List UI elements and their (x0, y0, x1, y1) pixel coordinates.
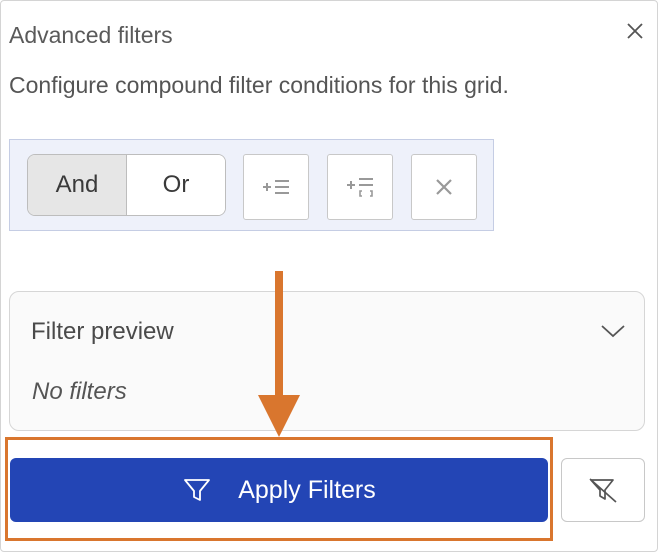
clear-filter-icon (589, 478, 617, 503)
logic-or-button[interactable]: Or (127, 155, 225, 215)
clear-filters-button[interactable] (561, 458, 645, 522)
filter-preview[interactable]: Filter preview No filters (9, 291, 645, 431)
remove-button[interactable] (411, 154, 477, 220)
filter-preview-title: Filter preview (31, 318, 174, 345)
apply-filters-label: Apply Filters (238, 475, 376, 504)
filter-icon (184, 479, 211, 501)
add-group-icon (347, 178, 373, 197)
remove-icon (436, 179, 452, 195)
close-icon[interactable] (624, 20, 646, 42)
apply-filters-button[interactable]: Apply Filters (10, 458, 548, 522)
panel-description: Configure compound filter conditions for… (9, 72, 509, 98)
add-condition-button[interactable] (243, 154, 309, 220)
logic-and-button[interactable]: And (28, 155, 127, 215)
filter-toolbar: And Or (9, 139, 494, 231)
add-condition-icon (263, 180, 289, 194)
chevron-down-icon[interactable] (600, 323, 626, 339)
panel-title: Advanced filters (9, 22, 173, 48)
add-group-button[interactable] (327, 154, 393, 220)
logic-toggle: And Or (27, 154, 226, 216)
empty-state-text: No filters (32, 378, 127, 405)
annotation-arrow (258, 271, 300, 437)
